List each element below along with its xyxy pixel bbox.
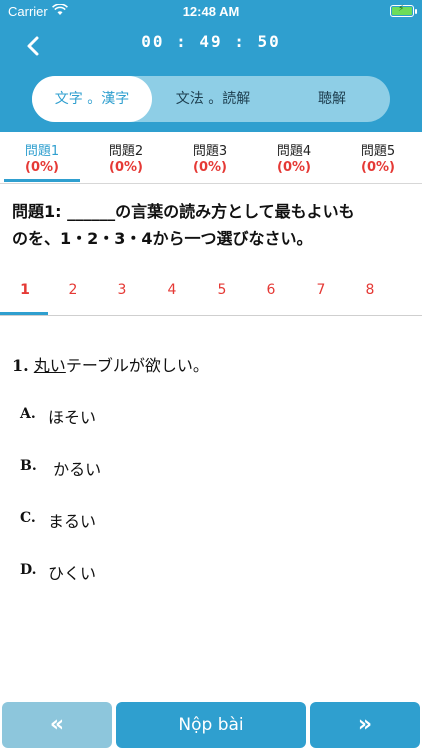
question-tab-5[interactable]: 5 bbox=[197, 282, 247, 298]
problem-instruction: 問題1: ______の言葉の読み方として最もよいも のを、1・2・3・4から一… bbox=[12, 198, 412, 252]
question-number: 1. bbox=[12, 356, 29, 375]
status-bar: Carrier 12:48 AM ⚡ bbox=[0, 0, 422, 24]
option-letter: D. bbox=[20, 562, 37, 578]
answer-option-b[interactable]: B. かるい bbox=[20, 450, 400, 484]
tab-label: 問題4 bbox=[276, 144, 312, 159]
next-button[interactable]: » bbox=[310, 702, 420, 748]
tab-problem-2[interactable]: 問題2 (0%) bbox=[84, 132, 168, 184]
option-text: ひくい bbox=[48, 564, 97, 583]
tab-percent: (0%) bbox=[193, 160, 227, 175]
battery-charging-icon: ⚡ bbox=[390, 4, 414, 17]
option-text: かるい bbox=[48, 460, 102, 479]
question-number-tabs: 1 2 3 4 5 6 7 8 bbox=[0, 276, 422, 316]
tab-percent: (0%) bbox=[361, 160, 395, 175]
header-bar: Carrier 12:48 AM ⚡ 00 : 49 : 50 文字 。漢字 文… bbox=[0, 0, 422, 132]
question-rest: テーブルが欲しい。 bbox=[65, 356, 209, 375]
active-question-indicator bbox=[0, 312, 48, 315]
question-underlined-word: 丸い bbox=[33, 356, 66, 375]
instruction-line-2: のを、1・2・3・4から一つ選びなさい。 bbox=[12, 229, 313, 248]
double-chevron-left-icon: « bbox=[49, 712, 65, 737]
option-text: ほそい bbox=[48, 408, 97, 427]
bottom-action-bar: « Nộp bài » bbox=[0, 700, 422, 750]
tab-percent: (0%) bbox=[109, 160, 143, 175]
question-tab-3[interactable]: 3 bbox=[97, 282, 147, 298]
instruction-line-1: 問題1: ______の言葉の読み方として最もよいも bbox=[12, 202, 355, 221]
status-time: 12:48 AM bbox=[182, 4, 240, 19]
answer-option-c[interactable]: C. まるい bbox=[20, 502, 400, 536]
tab-percent: (0%) bbox=[277, 160, 311, 175]
option-letter: A. bbox=[20, 406, 36, 422]
option-text: まるい bbox=[48, 512, 97, 531]
active-tab-indicator bbox=[4, 179, 80, 182]
previous-button[interactable]: « bbox=[2, 702, 112, 748]
question-tab-8[interactable]: 8 bbox=[345, 282, 395, 298]
question-text: 1. 丸いテーブルが欲しい。 bbox=[12, 352, 209, 376]
tab-label: 問題3 bbox=[192, 144, 228, 159]
question-tab-7[interactable]: 7 bbox=[296, 282, 346, 298]
answer-option-d[interactable]: D. ひくい bbox=[20, 554, 400, 588]
tab-percent: (0%) bbox=[25, 160, 59, 175]
tab-problem-1[interactable]: 問題1 (0%) bbox=[0, 132, 84, 184]
tab-label: 問題2 bbox=[108, 144, 144, 159]
option-letter: C. bbox=[20, 510, 36, 526]
section-segmented-control: 文字 。漢字 文法 。読解 聴解 bbox=[32, 76, 390, 122]
battery-tip bbox=[415, 9, 417, 14]
question-tab-6[interactable]: 6 bbox=[246, 282, 296, 298]
question-tab-1[interactable]: 1 bbox=[0, 282, 50, 298]
question-tab-2[interactable]: 2 bbox=[48, 282, 98, 298]
segment-grammar-reading[interactable]: 文法 。読解 bbox=[154, 76, 272, 122]
segment-listening[interactable]: 聴解 bbox=[274, 76, 390, 122]
segment-vocab-kanji[interactable]: 文字 。漢字 bbox=[32, 76, 152, 122]
tab-problem-5[interactable]: 問題5 (0%) bbox=[336, 132, 420, 184]
question-tab-4[interactable]: 4 bbox=[147, 282, 197, 298]
tab-label: 問題5 bbox=[360, 144, 396, 159]
tab-problem-4[interactable]: 問題4 (0%) bbox=[252, 132, 336, 184]
answer-option-a[interactable]: A. ほそい bbox=[20, 398, 400, 432]
problem-tabs: 問題1 (0%) 問題2 (0%) 問題3 (0%) 問題4 (0%) 問題5 … bbox=[0, 132, 422, 184]
tab-label: 問題1 bbox=[24, 144, 60, 159]
countdown-timer: 00 : 49 : 50 bbox=[141, 32, 281, 51]
option-letter: B. bbox=[20, 458, 37, 474]
double-chevron-right-icon: » bbox=[357, 712, 373, 737]
submit-button[interactable]: Nộp bài bbox=[116, 702, 306, 748]
tab-problem-3[interactable]: 問題3 (0%) bbox=[168, 132, 252, 184]
